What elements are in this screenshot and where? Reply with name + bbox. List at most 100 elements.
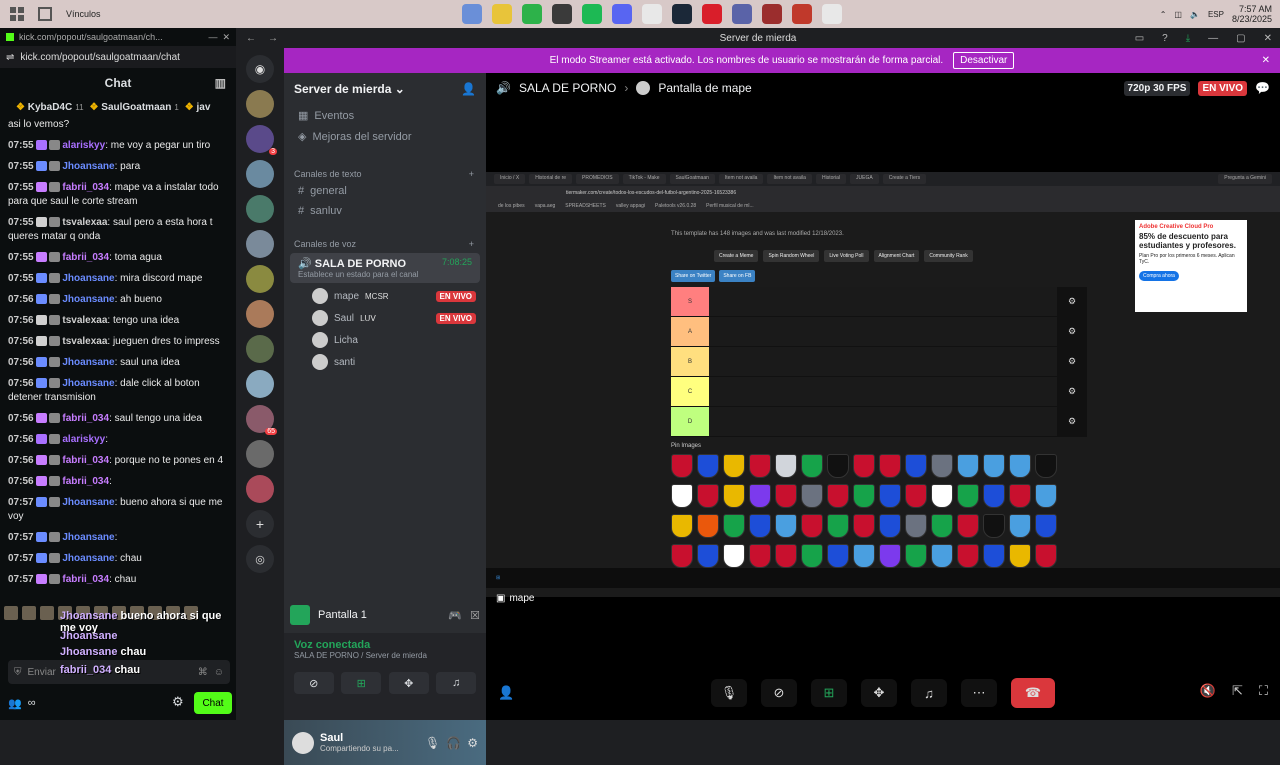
kick-address-bar[interactable]: ⇌ kick.com/popout/saulgoatmaan/chat	[0, 46, 236, 68]
taskbar-app-icon[interactable]	[672, 4, 692, 24]
server-icon[interactable]	[246, 265, 274, 293]
server-icon[interactable]: 3	[246, 125, 277, 155]
site-info-icon[interactable]: ⇌	[6, 52, 14, 63]
camera-off-icon[interactable]: ⊘	[293, 672, 334, 694]
maximize-icon[interactable]: ▢	[1236, 33, 1245, 44]
taskbar-app-icon[interactable]	[762, 4, 782, 24]
voice-category[interactable]: Canales de voz +	[284, 231, 486, 251]
chat-bubble-icon[interactable]: 💬	[1255, 81, 1270, 95]
chat-message[interactable]: 07:56 Jhoansane: ah bueno	[8, 293, 228, 307]
leaderboard-entry[interactable]: ❖ KybaD4C 11	[16, 102, 84, 113]
chat-message[interactable]: 07:55 Jhoansane: para	[8, 160, 228, 174]
settings-icon[interactable]: ⚙	[467, 736, 478, 750]
screen-share-item[interactable]: Pantalla 1 🎮 ☒	[290, 600, 480, 630]
taskbar-view-icon[interactable]	[10, 7, 24, 21]
shared-screen[interactable]: Inicio / X Historial de re PROMEDIOS TikTok…	[486, 172, 1280, 597]
message-user[interactable]: fabrii_034	[62, 476, 109, 487]
taskbar-app-icon[interactable]	[462, 4, 482, 24]
chat-message[interactable]: 07:56 tsvalexaa: tengo una idea	[8, 314, 228, 328]
command-icon[interactable]: ⌘	[198, 667, 208, 678]
server-icon[interactable]	[246, 475, 274, 503]
taskbar-app-icon[interactable]	[822, 4, 842, 24]
events-item[interactable]: ▦ Eventos	[284, 105, 486, 126]
volume-icon[interactable]: 🔈	[1190, 10, 1200, 19]
server-icon[interactable]	[246, 300, 274, 328]
server-icon[interactable]	[246, 160, 274, 188]
chat-message[interactable]: 07:56 Jhoansane: dale click al boton det…	[8, 377, 228, 405]
chat-stats-icon[interactable]: ▥	[215, 76, 226, 90]
emoji-icon[interactable]: ☺	[214, 667, 224, 678]
message-user[interactable]: fabrii_034	[62, 252, 109, 263]
leaderboard-entry[interactable]: ❖ SaulGoatmaan 1	[90, 102, 179, 113]
network-icon[interactable]: ◫	[1174, 10, 1182, 19]
message-user[interactable]: Jhoansane	[62, 378, 114, 389]
message-user[interactable]: Jhoansane	[62, 532, 114, 543]
links-label[interactable]: Vínculos	[66, 9, 101, 19]
infinity-icon[interactable]: ∞	[28, 697, 36, 710]
volume-mute-icon[interactable]: 🔇	[1200, 683, 1216, 699]
voice-user[interactable]: santi	[284, 351, 486, 373]
users-icon[interactable]: 👥	[8, 697, 22, 710]
channel-general[interactable]: # general	[284, 181, 486, 201]
activities-icon[interactable]: ✥	[388, 672, 429, 694]
discord-home-icon[interactable]: ◉	[246, 55, 274, 83]
chat-message[interactable]: 07:57 Jhoansane:	[8, 531, 228, 545]
chat-message[interactable]: 07:56 fabrii_034: saul tengo una idea	[8, 412, 228, 426]
taskbar-app-icon[interactable]	[792, 4, 812, 24]
chat-message[interactable]: 07:56 Jhoansane: saul una idea	[8, 356, 228, 370]
microphone-icon[interactable]: 🎙	[425, 736, 440, 750]
server-icon[interactable]	[246, 440, 274, 468]
discover-icon[interactable]: ◎	[246, 545, 274, 573]
minimize-icon[interactable]: —	[208, 32, 217, 42]
taskbar-app-icon[interactable]	[552, 4, 572, 24]
add-channel-icon[interactable]: +	[469, 239, 474, 249]
voice-user[interactable]: mape MCSR EN VIVO	[284, 285, 486, 307]
close-banner-icon[interactable]: ✕	[1262, 55, 1270, 66]
server-icon[interactable]	[246, 230, 274, 258]
server-icon[interactable]	[246, 90, 274, 118]
more-options-button[interactable]: ⋯	[961, 679, 997, 707]
controller-icon[interactable]: 🎮	[448, 609, 462, 622]
invite-user-icon[interactable]: 👤	[498, 685, 514, 701]
message-user[interactable]: Jhoansane	[62, 294, 114, 305]
voice-user[interactable]: Saul ᒪᑌᐯ EN VIVO	[284, 307, 486, 329]
message-user[interactable]: Jhoansane	[62, 161, 114, 172]
message-user[interactable]: Jhoansane	[62, 357, 114, 368]
microphone-button[interactable]: 🎙	[711, 679, 747, 707]
message-user[interactable]: alariskyy	[62, 140, 105, 151]
chat-message[interactable]: 07:56 alariskyy:	[8, 433, 228, 447]
inbox-icon[interactable]: ▭	[1135, 33, 1144, 44]
taskbar-app-icon[interactable]	[582, 4, 602, 24]
chat-message[interactable]: 07:57 fabrii_034: chau	[8, 573, 228, 587]
widgets-icon[interactable]	[38, 7, 52, 21]
share-screen-icon[interactable]: ⊞	[341, 672, 382, 694]
taskbar-app-icon[interactable]	[522, 4, 542, 24]
voice-user[interactable]: Licha	[284, 329, 486, 351]
chat-message[interactable]: 07:56 fabrii_034:	[8, 475, 228, 489]
text-category[interactable]: Canales de texto +	[284, 161, 486, 181]
taskbar-app-icon[interactable]	[492, 4, 512, 24]
voice-channel-active[interactable]: 🔊 SALA DE PORNO 7:08:25 Establece un esta…	[290, 253, 480, 283]
message-user[interactable]: fabrii_034	[62, 182, 109, 193]
message-user[interactable]: fabrii_034	[62, 413, 109, 424]
message-user[interactable]: fabrii_034	[62, 455, 109, 466]
taskbar-app-icon[interactable]	[642, 4, 662, 24]
settings-icon[interactable]: ⚙	[172, 694, 184, 710]
chat-message[interactable]: 07:57 Jhoansane: chau	[8, 552, 228, 566]
message-user[interactable]: fabrii_034	[62, 574, 109, 585]
soundboard-button[interactable]: ♫	[911, 679, 947, 707]
soundboard-icon[interactable]: ♫	[436, 672, 477, 694]
popout-icon[interactable]: ⇱	[1232, 683, 1243, 699]
download-icon[interactable]: ⤓	[1186, 33, 1190, 44]
add-channel-icon[interactable]: +	[469, 169, 474, 179]
back-icon[interactable]: ←	[246, 33, 256, 44]
chat-message[interactable]: 07:55 fabrii_034: toma agua	[8, 251, 228, 265]
chat-message[interactable]: 07:56 fabrii_034: porque no te pones en …	[8, 454, 228, 468]
language-indicator[interactable]: ESP	[1208, 10, 1224, 19]
send-chat-button[interactable]: Chat	[194, 692, 232, 714]
close-icon[interactable]: ✕	[222, 32, 230, 43]
share-screen-button[interactable]: ⊞	[811, 679, 847, 707]
fullscreen-icon[interactable]: ⛶	[1259, 683, 1268, 699]
message-user[interactable]: tsvalexaa	[62, 336, 107, 347]
server-icon[interactable]	[246, 335, 274, 363]
